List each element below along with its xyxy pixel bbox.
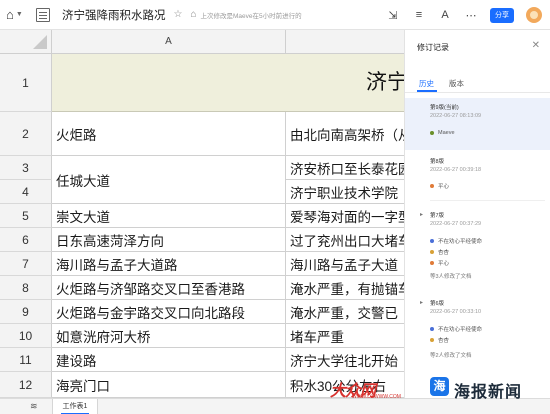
cell-b[interactable]: 淹水严重，有抛锚车 [286, 276, 404, 300]
user-dot-icon [430, 327, 434, 331]
layers-icon[interactable]: ≋ [30, 401, 38, 412]
row-header[interactable]: 1 [0, 54, 52, 112]
version-name: 第9版(当前) [430, 105, 459, 111]
share-button[interactable]: 分享 [490, 7, 514, 23]
cell-b[interactable]: 淹水严重，交警已 [286, 300, 404, 324]
version-time: 2022-06-27 00:37:29 [430, 221, 482, 227]
row-header[interactable]: 7 [0, 252, 52, 276]
more-icon[interactable]: ⋯ [464, 9, 478, 22]
row-header[interactable]: 8 [0, 276, 52, 300]
home-icon: ⌂ [6, 7, 14, 22]
star-icon[interactable]: ☆ [174, 9, 183, 20]
row-header[interactable]: 2 [0, 112, 52, 156]
version-item[interactable]: ▸ 第6版 2022-06-27 00:33:10 不在劝心平经使命 杏杏 等2… [405, 296, 550, 376]
cell-b[interactable]: 济宁大学往北开始 [286, 348, 404, 372]
cell-a[interactable]: 火炬路与济邹路交叉口至香港路 [52, 276, 286, 300]
chevron-right-icon[interactable]: ▸ [420, 211, 423, 218]
cell-b[interactable]: 济安桥口至长泰花园 [286, 156, 404, 180]
haibao-watermark: 海报新闻 [454, 384, 523, 401]
cell-a[interactable]: 崇文大道 [52, 204, 286, 228]
spreadsheet-grid[interactable]: A 1 济宁 2 火炬路 由北向南高架桥（从 3 4 任城大道 济安桥口至长泰花… [0, 30, 404, 398]
chevron-down-icon: ▼ [15, 11, 23, 18]
cell-b[interactable]: 海川路与孟子大道 [286, 252, 404, 276]
column-header-a[interactable]: A [52, 30, 286, 54]
cloud-sync-icon: ⌂ [190, 9, 197, 20]
row-header[interactable]: 11 [0, 348, 52, 372]
cell-b[interactable]: 堵车严重 [286, 324, 404, 348]
version-user: Maeve [430, 130, 455, 136]
avatar[interactable] [526, 7, 542, 23]
cell-a-merged[interactable]: 任城大道 [52, 156, 286, 204]
dazhong-url-watermark: WWW.DZWWW.COM [352, 394, 401, 400]
spreadsheet-icon [36, 7, 50, 22]
cell-b[interactable]: 爱琴海对面的一字型 [286, 204, 404, 228]
user-dot-icon [430, 250, 434, 254]
version-user: 平心 [430, 182, 449, 190]
row-header[interactable]: 3 [0, 156, 52, 180]
row-header[interactable]: 6 [0, 228, 52, 252]
cell-a[interactable]: 建设路 [52, 348, 286, 372]
user-dot-icon [430, 184, 434, 188]
export-icon[interactable]: ⇲ [386, 9, 400, 22]
version-name: 第6版 [430, 301, 445, 307]
divider [430, 200, 545, 201]
cell-a[interactable]: 火炬路与金宇路交叉口向北路段 [52, 300, 286, 324]
column-header-b[interactable] [286, 30, 404, 54]
haibao-logo-icon: 海 [430, 377, 449, 396]
cell-b[interactable]: 过了兖州出口大堵车 [286, 228, 404, 252]
top-toolbar: ⌂ ▼ 济宁强降雨积水路况 ☆ ⌂ 上次修改是Maeve在5小时前进行的 ⇲ ≡ … [0, 0, 550, 30]
tab-versions[interactable]: 版本 [449, 78, 464, 89]
user-dot-icon [430, 239, 434, 243]
text-format-icon[interactable]: A [438, 9, 452, 21]
document-title[interactable]: 济宁强降雨积水路况 [62, 7, 166, 23]
version-time: 2022-06-27 08:13:09 [430, 113, 482, 119]
version-note: 等2人修改了文档 [430, 353, 472, 359]
select-all-corner[interactable] [0, 30, 52, 54]
cell-b[interactable]: 济宁职业技术学院 [286, 180, 404, 204]
tab-history[interactable]: 历史 [419, 78, 434, 89]
version-time: 2022-06-27 00:39:18 [430, 167, 482, 173]
version-user: 杏杏 [430, 248, 449, 256]
cell-b[interactable]: 由北向南高架桥（从 [286, 112, 404, 156]
sheet-tab[interactable]: 工作表1 [52, 399, 98, 414]
title-cell[interactable]: 济宁 [52, 54, 404, 112]
row-header[interactable]: 5 [0, 204, 52, 228]
version-user: 不在劝心平经使命 [430, 237, 482, 245]
cell-a[interactable]: 海川路与孟子大道路 [52, 252, 286, 276]
sheet-title-text: 济宁 [366, 71, 404, 94]
row-header[interactable]: 4 [0, 180, 52, 204]
version-user: 不在劝心平经使命 [430, 325, 482, 333]
user-dot-icon [430, 131, 434, 135]
close-icon[interactable]: ✕ [532, 40, 540, 51]
cell-a[interactable]: 火炬路 [52, 112, 286, 156]
menu-icon[interactable]: ≡ [412, 9, 426, 21]
revision-history-panel: 修订记录 ✕ 历史 版本 第9版(当前) 2022-06-27 08:13:09… [404, 30, 550, 398]
cell-a[interactable]: 日东高速菏泽方向 [52, 228, 286, 252]
tabs-divider [405, 92, 550, 93]
version-time: 2022-06-27 00:33:10 [430, 309, 482, 315]
panel-title: 修订记录 [417, 43, 449, 52]
row-header[interactable]: 12 [0, 372, 52, 398]
cell-a[interactable]: 如意洸府河大桥 [52, 324, 286, 348]
version-item[interactable]: 第9版(当前) 2022-06-27 08:13:09 Maeve [405, 98, 550, 150]
version-user: 杏杏 [430, 336, 449, 344]
home-menu-button[interactable]: ⌂ ▼ [6, 7, 26, 22]
version-name: 第7版 [430, 213, 445, 219]
version-name: 第8版 [430, 159, 445, 165]
save-status: 上次修改是Maeve在5小时前进行的 [200, 12, 302, 20]
user-dot-icon [430, 261, 434, 265]
user-dot-icon [430, 338, 434, 342]
row-header[interactable]: 9 [0, 300, 52, 324]
cell-a[interactable]: 海亮门口 [52, 372, 286, 398]
version-item[interactable]: ▸ 第7版 2022-06-27 00:37:29 不在劝心平经使命 杏杏 平心… [405, 208, 550, 290]
version-note: 等3人修改了文档 [430, 274, 472, 280]
toolbar-right-group: ⇲ ≡ A ⋯ 分享 [386, 0, 542, 30]
chevron-right-icon[interactable]: ▸ [420, 299, 423, 306]
version-item[interactable]: 第8版 2022-06-27 00:39:18 平心 [405, 154, 550, 206]
row-header[interactable]: 10 [0, 324, 52, 348]
version-user: 平心 [430, 259, 449, 267]
